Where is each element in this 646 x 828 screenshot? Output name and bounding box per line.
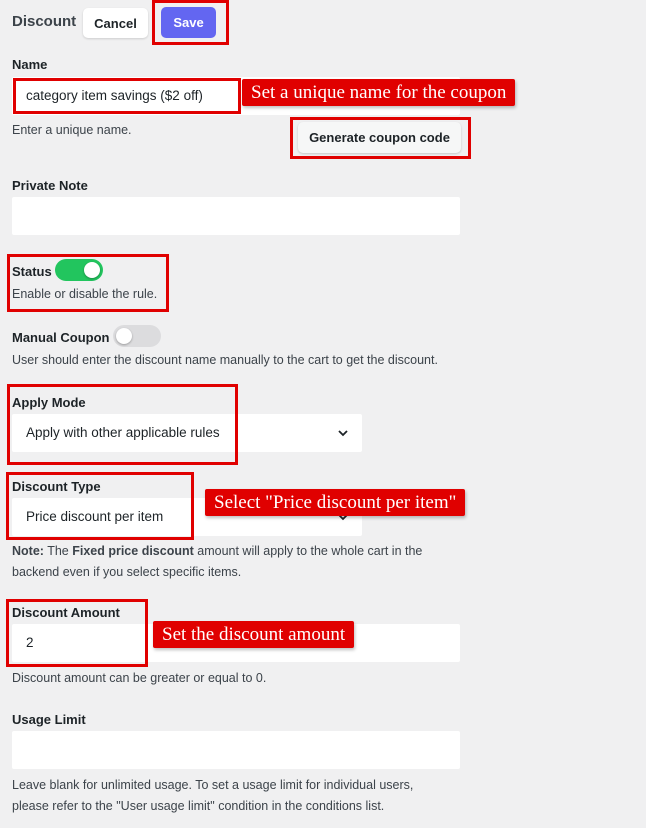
status-toggle-knob <box>84 262 100 278</box>
page-title: Discount <box>12 13 77 30</box>
manual-coupon-toggle[interactable] <box>113 325 161 347</box>
apply-mode-label: Apply Mode <box>12 395 86 410</box>
cancel-button[interactable]: Cancel <box>83 8 148 38</box>
note-prefix: Note: <box>12 544 44 558</box>
manual-coupon-toggle-knob <box>116 328 132 344</box>
apply-mode-select[interactable]: Apply with other applicable rules <box>12 414 362 452</box>
chevron-down-icon <box>338 430 348 437</box>
apply-mode-value: Apply with other applicable rules <box>26 425 220 440</box>
save-button[interactable]: Save <box>161 7 216 38</box>
discount-type-note: Note: The Fixed price discount amount wi… <box>12 541 422 583</box>
note-bold: Fixed price discount <box>72 544 194 558</box>
status-help-text: Enable or disable the rule. <box>12 287 158 301</box>
note-text-1: The <box>43 544 73 558</box>
discount-type-value: Price discount per item <box>26 509 164 524</box>
status-toggle[interactable] <box>55 259 103 281</box>
usage-limit-label: Usage Limit <box>12 712 86 727</box>
note-line-2: backend even if you select specific item… <box>12 565 242 579</box>
discount-type-label: Discount Type <box>12 479 101 494</box>
name-callout: Set a unique name for the coupon <box>242 79 516 106</box>
usage-limit-input[interactable] <box>12 731 460 769</box>
generate-coupon-button[interactable]: Generate coupon code <box>298 122 461 153</box>
private-note-label: Private Note <box>12 178 88 193</box>
manual-coupon-help-text: User should enter the discount name manu… <box>12 353 438 367</box>
name-label: Name <box>12 57 48 72</box>
manual-coupon-label: Manual Coupon <box>12 330 110 345</box>
private-note-input[interactable] <box>12 197 460 235</box>
discount-type-callout: Select "Price discount per item" <box>205 489 466 516</box>
usage-limit-help-line-2: please refer to the "User usage limit" c… <box>12 799 385 813</box>
discount-amount-help-text: Discount amount can be greater or equal … <box>12 671 267 685</box>
name-help-text: Enter a unique name. <box>12 123 132 137</box>
discount-amount-label: Discount Amount <box>12 605 120 620</box>
note-text-2: amount will apply to the whole cart in t… <box>193 544 423 558</box>
usage-limit-help-text: Leave blank for unlimited usage. To set … <box>12 775 413 817</box>
discount-amount-callout: Set the discount amount <box>153 621 355 648</box>
usage-limit-help-line-1: Leave blank for unlimited usage. To set … <box>12 778 414 792</box>
status-label: Status <box>12 264 52 279</box>
